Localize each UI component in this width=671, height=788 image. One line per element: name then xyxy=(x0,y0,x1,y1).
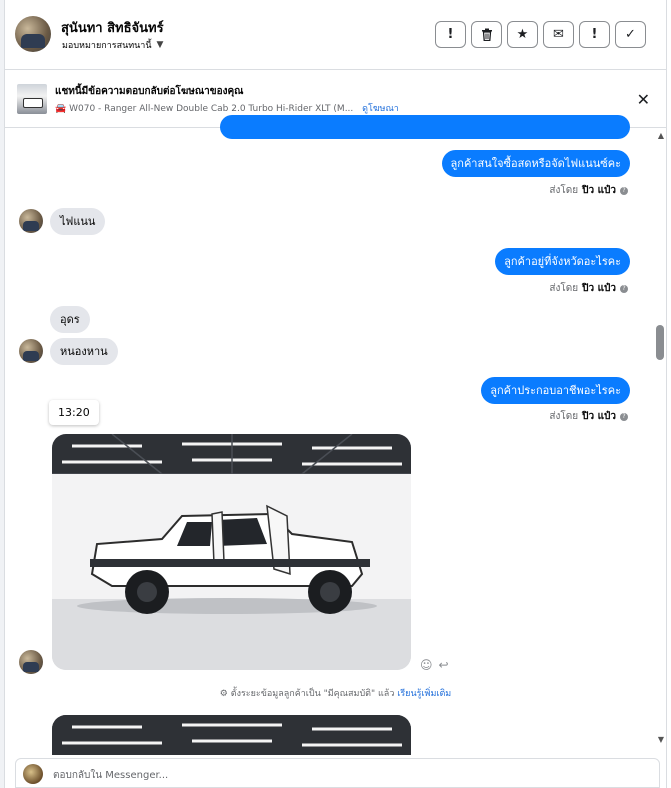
reply-input[interactable]: ตอบกลับใน Messenger... xyxy=(53,768,168,783)
chevron-down-icon: ▼ xyxy=(156,40,164,50)
avatar xyxy=(19,339,43,363)
check-icon[interactable]: ✓ xyxy=(615,21,646,48)
qualified-icon: ⚙ xyxy=(219,689,228,699)
avatar xyxy=(19,209,43,233)
assign-label: มอบหมายการสนทนานี้ xyxy=(62,41,152,51)
trash-icon[interactable] xyxy=(471,21,502,48)
vehicle-photo[interactable] xyxy=(52,715,411,755)
sent-by-label: ส่งโดย xyxy=(549,411,579,422)
message-actions: ☺ ↩ xyxy=(420,658,449,672)
incoming-message: ไฟแนน xyxy=(50,208,106,235)
chat-panel: สุนันทา สิทธิจันทร์ มอบหมายการสนทนานี้ ▼… xyxy=(4,0,667,788)
star-icon[interactable]: ★ xyxy=(507,21,538,48)
mail-icon[interactable]: ✉ xyxy=(543,21,574,48)
emoji-icon[interactable]: ☺ xyxy=(420,658,433,672)
avatar xyxy=(19,650,43,674)
sender-name: ปิว แป๋ว xyxy=(582,185,616,196)
scrollbar-thumb[interactable] xyxy=(656,325,664,360)
sent-by-info: ส่งโดย ปิว แป๋ว ? xyxy=(549,281,628,296)
header-actions: ! ★ ✉ ! ✓ xyxy=(435,21,646,48)
sent-by-info: ส่งโดย ปิว แป๋ว ? xyxy=(549,409,628,424)
car-icon: 🚘 xyxy=(55,104,67,114)
system-notice-text: ตั้งระยะข้อมูลลูกค้าเป็น "มีคุณสมบัติ" แ… xyxy=(230,689,395,699)
avatar[interactable] xyxy=(15,16,51,52)
sender-name: ปิว แป๋ว xyxy=(582,411,616,422)
scroll-up-icon[interactable]: ▲ xyxy=(658,131,664,140)
ad-thumbnail[interactable] xyxy=(17,84,47,114)
sent-by-label: ส่งโดย xyxy=(549,283,579,294)
sent-by-label: ส่งโดย xyxy=(549,185,579,196)
avatar xyxy=(23,764,43,784)
learn-more-link[interactable]: เรียนรู้เพิ่มเติม xyxy=(397,689,451,699)
help-icon[interactable]: ? xyxy=(620,412,628,421)
assign-dropdown[interactable]: มอบหมายการสนทนานี้ ▼ xyxy=(62,38,163,52)
scroll-down-icon[interactable]: ▼ xyxy=(658,735,664,744)
close-icon[interactable]: ✕ xyxy=(637,90,650,109)
system-notice: ⚙ ตั้งระยะข้อมูลลูกค้าเป็น "มีคุณสมบัติ"… xyxy=(5,686,666,700)
view-ad-link[interactable]: ดูโฆษณา xyxy=(362,104,399,114)
help-icon[interactable]: ? xyxy=(620,284,628,293)
exclamation-icon[interactable]: ! xyxy=(579,21,610,48)
incoming-message: หนองหาน xyxy=(50,338,118,365)
ad-name: W070 - Ranger All-New Double Cab 2.0 Tur… xyxy=(69,104,354,114)
ad-banner-title: แชทนี้มีข้อความตอบกลับต่อโฆษณาของคุณ xyxy=(55,86,244,97)
reply-composer[interactable]: ตอบกลับใน Messenger... xyxy=(15,758,660,788)
outgoing-message: ลูกค้าอยู่ที่จังหวัดอะไรคะ xyxy=(495,248,630,275)
outgoing-message: ลูกค้าสนใจซื้อสดหรือจัดไฟแนนซ์คะ xyxy=(441,150,630,177)
alert-circle-icon[interactable]: ! xyxy=(435,21,466,48)
incoming-message: อุดร xyxy=(50,306,90,333)
conversation-header: สุนันทา สิทธิจันทร์ มอบหมายการสนทนานี้ ▼… xyxy=(5,0,666,70)
outgoing-message: ลูกค้าประกอบอาชีพอะไรคะ xyxy=(481,377,630,404)
message-bubble-partial xyxy=(220,115,630,139)
ad-banner-subtitle: 🚘 W070 - Ranger All-New Double Cab 2.0 T… xyxy=(55,101,399,115)
sent-by-info: ส่งโดย ปิว แป๋ว ? xyxy=(549,183,628,198)
help-icon[interactable]: ? xyxy=(620,186,628,195)
vehicle-photo[interactable] xyxy=(52,434,411,670)
message-timestamp: 13:20 xyxy=(49,400,99,425)
sender-name: ปิว แป๋ว xyxy=(582,283,616,294)
reply-icon[interactable]: ↩ xyxy=(439,658,449,672)
contact-name[interactable]: สุนันทา สิทธิจันทร์ xyxy=(61,17,164,38)
